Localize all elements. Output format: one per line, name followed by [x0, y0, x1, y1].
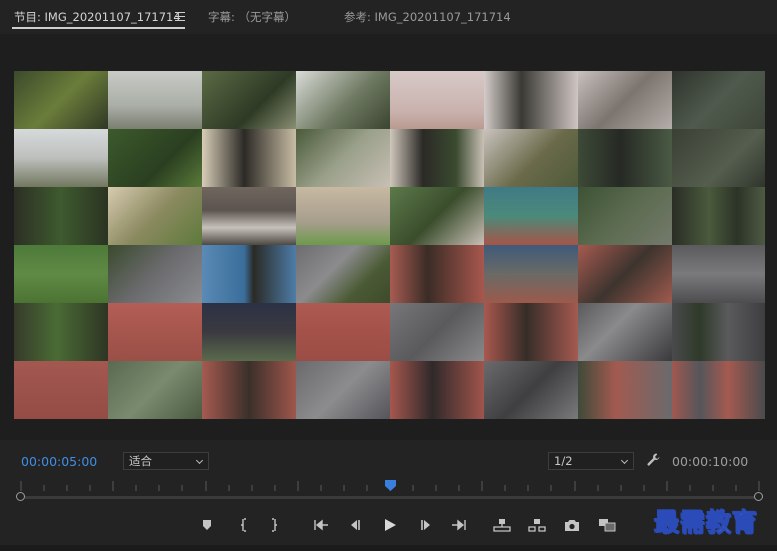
video-tile	[484, 187, 578, 245]
camera-icon	[565, 519, 579, 531]
step-forward-icon	[421, 520, 430, 530]
time-ruler[interactable]	[14, 478, 765, 508]
video-tile	[484, 361, 578, 419]
video-tile	[484, 303, 578, 361]
video-tile	[296, 303, 390, 361]
panel-menu-icon[interactable]	[175, 12, 185, 21]
mark-out-icon	[272, 518, 277, 532]
watermark-logo: 最需教育	[653, 508, 759, 538]
video-tile	[14, 71, 108, 129]
video-tile	[108, 129, 202, 187]
video-tile	[484, 71, 578, 129]
zoom-handle-left[interactable]	[16, 492, 25, 501]
mark-in-icon	[241, 518, 246, 532]
extract-icon	[528, 519, 546, 532]
export-frame-button[interactable]	[563, 516, 581, 534]
wrench-icon[interactable]	[646, 452, 662, 468]
video-tile	[578, 187, 672, 245]
video-tile	[108, 187, 202, 245]
video-tile	[390, 245, 484, 303]
mark-in-button[interactable]	[234, 516, 252, 534]
add-marker-button[interactable]	[198, 516, 216, 534]
video-tile	[296, 71, 390, 129]
video-tile	[672, 361, 765, 419]
video-tile	[296, 187, 390, 245]
video-tile	[484, 129, 578, 187]
duration-timecode: 00:00:10:00	[672, 454, 749, 469]
video-tile	[108, 303, 202, 361]
playhead[interactable]	[384, 480, 396, 491]
video-tile	[578, 303, 672, 361]
tab-program[interactable]: 节目: IMG_20201107_171714	[14, 9, 181, 25]
tab-captions[interactable]: 字幕: （无字幕）	[208, 9, 296, 25]
comparison-view-icon	[599, 519, 616, 532]
go-to-in-icon	[314, 519, 328, 531]
video-tile	[14, 303, 108, 361]
step-back-button[interactable]	[346, 516, 364, 534]
lift-button[interactable]	[493, 516, 511, 534]
video-tile	[390, 129, 484, 187]
go-to-out-icon	[452, 519, 466, 531]
video-tile	[390, 187, 484, 245]
video-tile	[672, 303, 765, 361]
playback-resolution-value: 1/2	[554, 454, 573, 468]
program-monitor-viewer[interactable]	[0, 34, 777, 440]
video-tile	[14, 245, 108, 303]
video-tile	[672, 71, 765, 129]
go-to-out-button[interactable]	[450, 516, 468, 534]
video-tile	[108, 361, 202, 419]
video-tile	[672, 129, 765, 187]
mark-out-button[interactable]	[266, 516, 284, 534]
video-tile	[14, 129, 108, 187]
video-tile	[108, 245, 202, 303]
tab-reference[interactable]: 参考: IMG_20201107_171714	[344, 9, 511, 25]
step-forward-button[interactable]	[417, 516, 435, 534]
zoom-level-value: 适合	[129, 454, 152, 468]
lift-icon	[493, 519, 511, 532]
video-tile	[14, 187, 108, 245]
video-tile	[202, 71, 296, 129]
video-tile	[578, 71, 672, 129]
video-tile	[390, 71, 484, 129]
play-icon	[385, 519, 396, 531]
video-tile	[202, 187, 296, 245]
current-timecode[interactable]: 00:00:05:00	[21, 454, 97, 469]
video-tile	[202, 245, 296, 303]
video-tile	[296, 245, 390, 303]
video-tile	[108, 71, 202, 129]
video-tile	[484, 245, 578, 303]
play-button[interactable]	[381, 516, 399, 534]
panel-bottom-edge	[0, 545, 777, 551]
marker-icon	[203, 520, 211, 530]
chevron-down-icon	[620, 456, 629, 465]
comparison-view-button[interactable]	[598, 516, 616, 534]
video-tile	[202, 361, 296, 419]
video-tile	[578, 361, 672, 419]
video-tile	[390, 361, 484, 419]
video-tile	[14, 361, 108, 419]
video-tile	[672, 187, 765, 245]
video-tile	[296, 361, 390, 419]
zoom-scroll-bar[interactable]	[20, 496, 760, 499]
go-to-in-button[interactable]	[312, 516, 330, 534]
extract-button[interactable]	[528, 516, 546, 534]
step-back-icon	[351, 520, 360, 530]
zoom-handle-right[interactable]	[754, 492, 763, 501]
playback-resolution-select[interactable]: 1/2	[548, 452, 634, 470]
video-tile	[202, 303, 296, 361]
video-tile	[296, 129, 390, 187]
zoom-level-select[interactable]: 适合	[123, 452, 209, 470]
chevron-down-icon	[195, 456, 204, 465]
panel-tab-bar: 节目: IMG_20201107_171714 字幕: （无字幕） 参考: IM…	[0, 0, 777, 34]
video-tile	[578, 129, 672, 187]
video-tile	[578, 245, 672, 303]
video-frame[interactable]	[14, 71, 765, 419]
video-tile	[202, 129, 296, 187]
active-tab-underline	[12, 27, 185, 29]
video-tile	[390, 303, 484, 361]
video-tile	[672, 245, 765, 303]
